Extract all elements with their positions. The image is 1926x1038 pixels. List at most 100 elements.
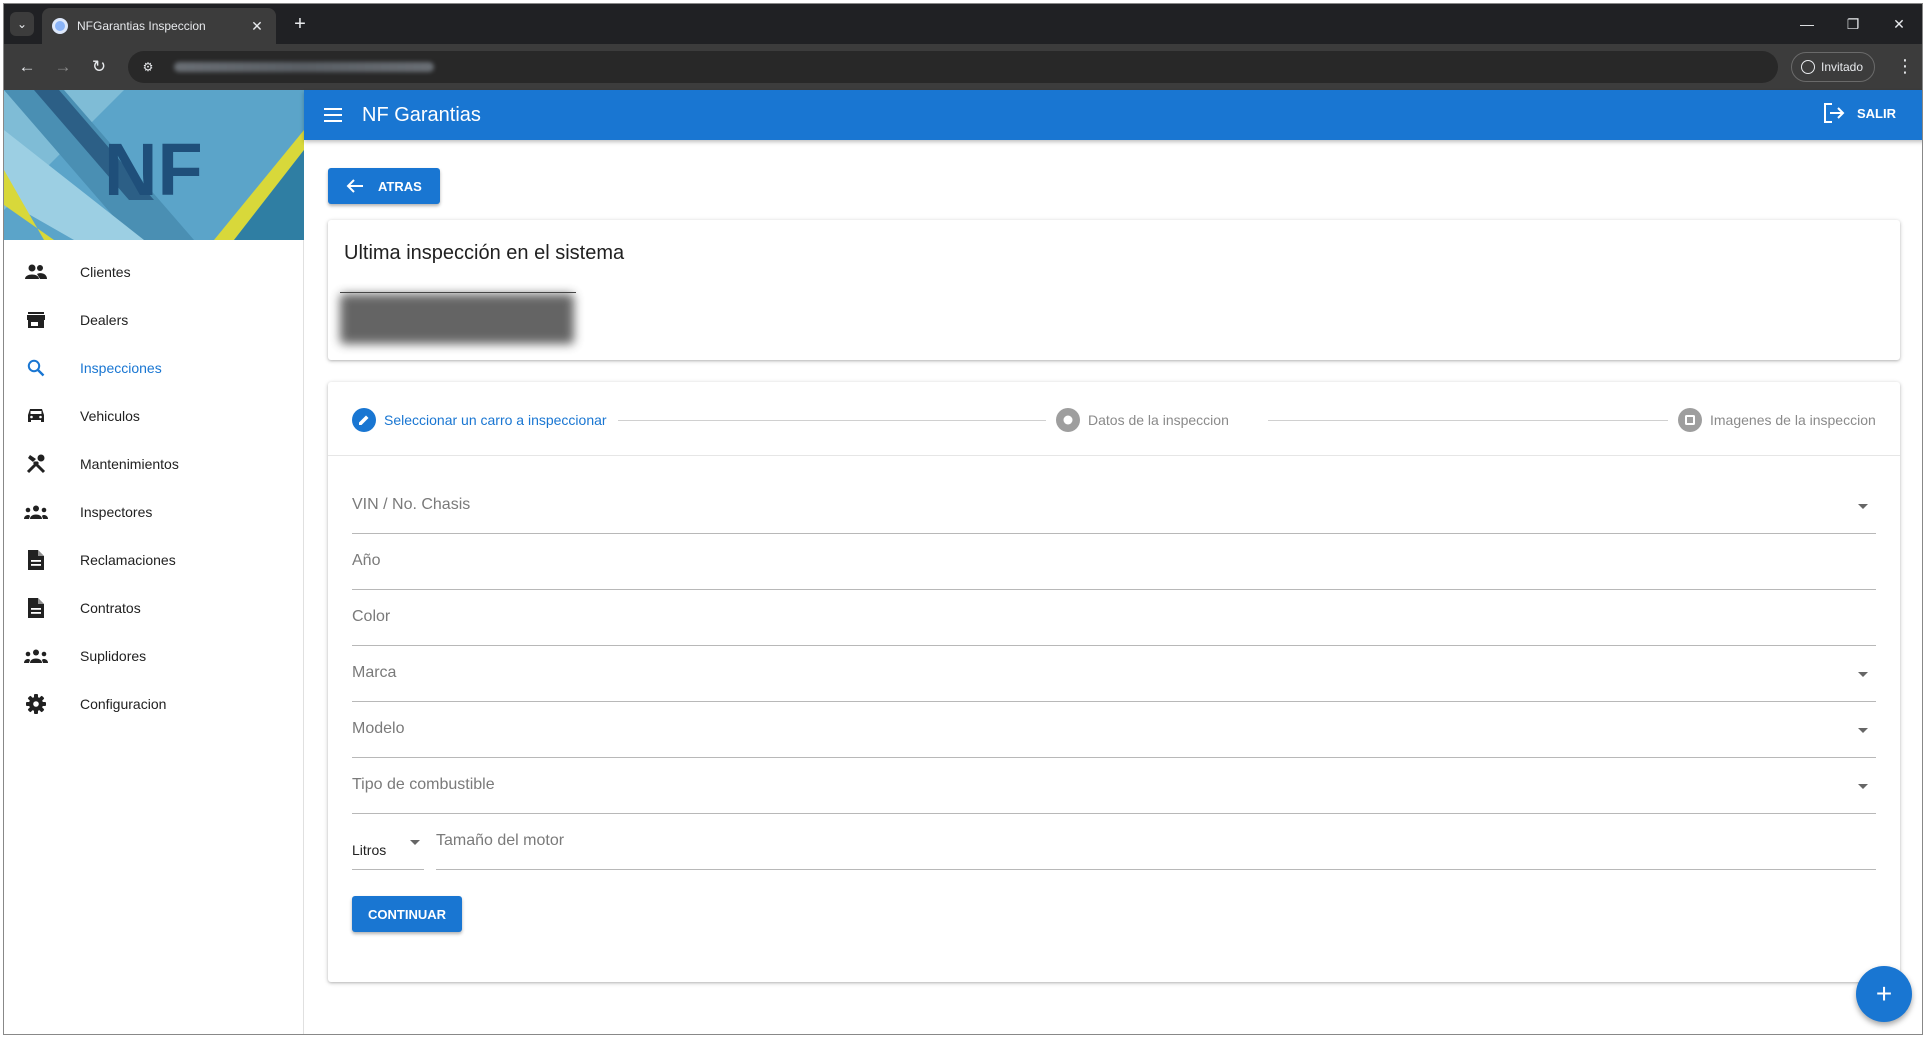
sidebar-item-label: Clientes bbox=[80, 264, 131, 280]
sidebar-item-configuracion[interactable]: Configuracion bbox=[4, 680, 303, 728]
app-root: NF Clientes Dealers Inspecciones Vehicul… bbox=[4, 90, 1922, 1034]
browser-menu-icon[interactable]: ⋮ bbox=[1896, 54, 1914, 78]
redacted-content bbox=[340, 294, 574, 344]
pencil-icon bbox=[352, 408, 376, 432]
sidebar-item-reclamaciones[interactable]: Reclamaciones bbox=[4, 536, 303, 584]
arrow-left-icon bbox=[346, 179, 363, 193]
url-blurred bbox=[174, 62, 434, 72]
address-bar[interactable]: ⚙ bbox=[128, 51, 1778, 83]
restore-button[interactable]: ❐ bbox=[1830, 4, 1876, 44]
sidebar-item-label: Contratos bbox=[80, 600, 141, 616]
site-settings-icon[interactable]: ⚙ bbox=[138, 60, 158, 74]
menu-icon[interactable] bbox=[324, 104, 346, 126]
sidebar-item-vehiculos[interactable]: Vehiculos bbox=[4, 392, 303, 440]
color-field[interactable]: Color bbox=[352, 590, 1876, 646]
people-icon bbox=[24, 260, 48, 284]
sidebar-item-label: Inspecciones bbox=[80, 360, 162, 376]
back-arrow-icon[interactable]: ← bbox=[14, 54, 40, 80]
sidebar-menu: Clientes Dealers Inspecciones Vehiculos … bbox=[4, 240, 303, 728]
minimize-button[interactable]: — bbox=[1784, 4, 1830, 44]
engine-size-group: Litros Tamaño del motor bbox=[352, 814, 1876, 870]
forward-arrow-icon[interactable]: → bbox=[50, 54, 76, 80]
caret-down-icon bbox=[1858, 672, 1868, 677]
caret-down-icon bbox=[1858, 784, 1868, 789]
sidebar-item-mantenimientos[interactable]: Mantenimientos bbox=[4, 440, 303, 488]
tab-search-button[interactable]: ⌄ bbox=[10, 12, 34, 36]
sidebar-item-label: Mantenimientos bbox=[80, 456, 179, 472]
step-label: Datos de la inspeccion bbox=[1088, 412, 1229, 428]
sidebar-item-label: Dealers bbox=[80, 312, 129, 328]
gear-icon bbox=[24, 692, 48, 716]
circle-icon bbox=[1056, 408, 1080, 432]
model-label: Modelo bbox=[352, 720, 405, 737]
groups-icon bbox=[24, 500, 48, 524]
model-select[interactable]: Modelo bbox=[352, 702, 1876, 758]
document-icon bbox=[24, 596, 48, 620]
last-inspection-title: Ultima inspección en el sistema bbox=[344, 242, 625, 264]
window-controls: — ❐ ✕ bbox=[1784, 4, 1922, 44]
step-inspection-images[interactable]: Imagenes de la inspeccion bbox=[1678, 408, 1876, 432]
logout-icon bbox=[1824, 103, 1845, 123]
app-bar: NF Garantias SALIR bbox=[304, 90, 1922, 140]
last-inspection-card: Ultima inspección en el sistema bbox=[328, 220, 1900, 360]
browser-toolbar: ← → ↻ ⚙ Invitado ⋮ bbox=[4, 44, 1922, 90]
logout-label: SALIR bbox=[1857, 105, 1896, 121]
redacted-divider bbox=[340, 292, 576, 293]
step-connector bbox=[1268, 420, 1668, 421]
vin-select[interactable]: VIN / No. Chasis bbox=[352, 478, 1876, 534]
unit-value: Litros bbox=[352, 842, 387, 858]
car-icon bbox=[24, 404, 48, 428]
brand-label: Marca bbox=[352, 664, 397, 681]
step-label: Seleccionar un carro a inspeccionar bbox=[384, 412, 607, 428]
fuel-type-select[interactable]: Tipo de combustible bbox=[352, 758, 1876, 814]
add-fab-button[interactable]: + bbox=[1856, 966, 1912, 1022]
image-icon bbox=[1678, 408, 1702, 432]
sidebar: NF Clientes Dealers Inspecciones Vehicul… bbox=[4, 90, 304, 1034]
back-button[interactable]: ATRAS bbox=[328, 168, 440, 204]
close-window-button[interactable]: ✕ bbox=[1876, 4, 1922, 44]
sidebar-item-inspectores[interactable]: Inspectores bbox=[4, 488, 303, 536]
engine-size-input[interactable]: Tamaño del motor bbox=[436, 814, 1876, 870]
color-label: Color bbox=[352, 608, 391, 625]
profile-button[interactable]: Invitado bbox=[1791, 52, 1876, 82]
sidebar-item-inspecciones[interactable]: Inspecciones bbox=[4, 344, 303, 392]
logo: NF bbox=[4, 90, 304, 240]
sidebar-item-label: Inspectores bbox=[80, 504, 153, 520]
back-label: ATRAS bbox=[378, 178, 422, 194]
new-tab-button[interactable]: + bbox=[288, 12, 312, 36]
document-icon bbox=[24, 548, 48, 572]
tab-close-icon[interactable]: ✕ bbox=[248, 18, 266, 35]
tools-icon bbox=[24, 452, 48, 476]
caret-down-icon bbox=[410, 840, 420, 845]
logo-graphic: NF bbox=[4, 90, 304, 240]
step-connector bbox=[618, 420, 1046, 421]
logo-text: NF bbox=[104, 128, 203, 211]
brand-select[interactable]: Marca bbox=[352, 646, 1876, 702]
step-label: Imagenes de la inspeccion bbox=[1710, 412, 1876, 428]
sidebar-item-label: Reclamaciones bbox=[80, 552, 176, 568]
sidebar-item-contratos[interactable]: Contratos bbox=[4, 584, 303, 632]
vin-label: VIN / No. Chasis bbox=[352, 496, 471, 513]
inspection-form: VIN / No. Chasis Año Color Marca Modelo … bbox=[352, 478, 1876, 870]
step-select-car[interactable]: Seleccionar un carro a inspeccionar bbox=[352, 408, 607, 432]
main-content: ATRAS Ultima inspección en el sistema Se… bbox=[304, 140, 1922, 1034]
year-field[interactable]: Año bbox=[352, 534, 1876, 590]
sidebar-item-label: Suplidores bbox=[80, 648, 147, 664]
browser-tab[interactable]: NFGarantias Inspeccion ✕ bbox=[42, 8, 276, 44]
profile-icon bbox=[1801, 60, 1815, 74]
caret-down-icon bbox=[1858, 504, 1868, 509]
caret-down-icon bbox=[1858, 728, 1868, 733]
sidebar-item-dealers[interactable]: Dealers bbox=[4, 296, 303, 344]
fuel-type-label: Tipo de combustible bbox=[352, 776, 495, 793]
profile-label: Invitado bbox=[1821, 60, 1864, 74]
sidebar-item-clientes[interactable]: Clientes bbox=[4, 248, 303, 296]
step-inspection-data[interactable]: Datos de la inspeccion bbox=[1056, 408, 1229, 432]
continue-button[interactable]: CONTINUAR bbox=[352, 896, 462, 932]
tab-strip: ⌄ NFGarantias Inspeccion ✕ + — ❐ ✕ bbox=[4, 4, 1922, 44]
browser-window: ⌄ NFGarantias Inspeccion ✕ + — ❐ ✕ ← → ↻… bbox=[3, 3, 1923, 1035]
reload-icon[interactable]: ↻ bbox=[86, 54, 112, 80]
search-icon bbox=[24, 356, 48, 380]
unit-select[interactable]: Litros bbox=[352, 814, 424, 870]
sidebar-item-suplidores[interactable]: Suplidores bbox=[4, 632, 303, 680]
logout-button[interactable]: SALIR bbox=[1823, 103, 1896, 123]
